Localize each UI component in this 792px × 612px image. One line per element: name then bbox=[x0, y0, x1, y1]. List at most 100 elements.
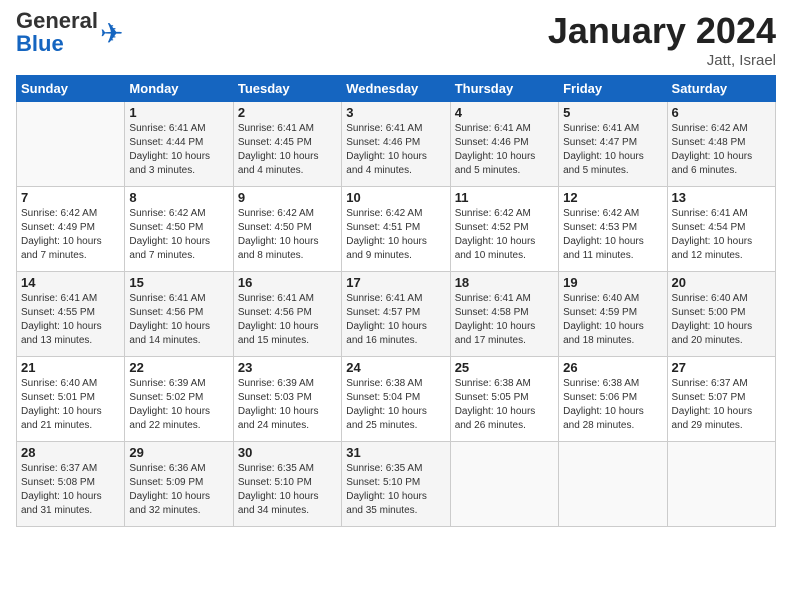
day-info: Sunrise: 6:41 AM Sunset: 4:47 PM Dayligh… bbox=[563, 122, 662, 178]
day-info: Sunrise: 6:41 AM Sunset: 4:58 PM Dayligh… bbox=[455, 292, 554, 348]
calendar-cell: 13 Sunrise: 6:41 AM Sunset: 4:54 PM Dayli… bbox=[667, 187, 775, 272]
day-info: Sunrise: 6:38 AM Sunset: 5:04 PM Dayligh… bbox=[346, 377, 445, 433]
calendar-cell: 21 Sunrise: 6:40 AM Sunset: 5:01 PM Dayli… bbox=[17, 357, 125, 442]
calendar-cell: 12 Sunrise: 6:42 AM Sunset: 4:53 PM Dayli… bbox=[559, 187, 667, 272]
calendar-cell bbox=[559, 442, 667, 527]
day-number: 21 bbox=[21, 360, 120, 375]
calendar-table: Sunday Monday Tuesday Wednesday Thursday… bbox=[16, 75, 776, 527]
logo-bird-icon: ✈ bbox=[100, 17, 123, 50]
calendar-row-3: 14 Sunrise: 6:41 AM Sunset: 4:55 PM Dayli… bbox=[17, 272, 776, 357]
calendar-cell: 5 Sunrise: 6:41 AM Sunset: 4:47 PM Daylig… bbox=[559, 102, 667, 187]
day-info: Sunrise: 6:40 AM Sunset: 4:59 PM Dayligh… bbox=[563, 292, 662, 348]
day-info: Sunrise: 6:41 AM Sunset: 4:55 PM Dayligh… bbox=[21, 292, 120, 348]
calendar-cell: 2 Sunrise: 6:41 AM Sunset: 4:45 PM Daylig… bbox=[233, 102, 341, 187]
day-info: Sunrise: 6:42 AM Sunset: 4:51 PM Dayligh… bbox=[346, 207, 445, 263]
day-info: Sunrise: 6:35 AM Sunset: 5:10 PM Dayligh… bbox=[346, 462, 445, 518]
calendar-cell: 20 Sunrise: 6:40 AM Sunset: 5:00 PM Dayli… bbox=[667, 272, 775, 357]
header-row: Sunday Monday Tuesday Wednesday Thursday… bbox=[17, 76, 776, 102]
calendar-cell: 31 Sunrise: 6:35 AM Sunset: 5:10 PM Dayli… bbox=[342, 442, 450, 527]
day-number: 14 bbox=[21, 275, 120, 290]
day-info: Sunrise: 6:37 AM Sunset: 5:08 PM Dayligh… bbox=[21, 462, 120, 518]
calendar-cell bbox=[450, 442, 558, 527]
calendar-cell: 16Sunrise: 6:41 AM Sunset: 4:56 PM Dayli… bbox=[233, 272, 341, 357]
day-number: 4 bbox=[455, 105, 554, 120]
day-info: Sunrise: 6:41 AM Sunset: 4:56 PM Dayligh… bbox=[238, 292, 337, 348]
calendar-cell: 28 Sunrise: 6:37 AM Sunset: 5:08 PM Dayli… bbox=[17, 442, 125, 527]
day-number: 5 bbox=[563, 105, 662, 120]
day-info: Sunrise: 6:40 AM Sunset: 5:00 PM Dayligh… bbox=[672, 292, 771, 348]
col-monday: Monday bbox=[125, 76, 233, 102]
logo-general-text: General bbox=[16, 8, 98, 33]
calendar-cell: 11 Sunrise: 6:42 AM Sunset: 4:52 PM Dayli… bbox=[450, 187, 558, 272]
calendar-row-5: 28 Sunrise: 6:37 AM Sunset: 5:08 PM Dayli… bbox=[17, 442, 776, 527]
day-number: 22 bbox=[129, 360, 228, 375]
day-number: 13 bbox=[672, 190, 771, 205]
day-info: Sunrise: 6:38 AM Sunset: 5:06 PM Dayligh… bbox=[563, 377, 662, 433]
logo: General Blue ✈ bbox=[16, 10, 123, 56]
calendar-cell bbox=[667, 442, 775, 527]
calendar-cell: 8 Sunrise: 6:42 AM Sunset: 4:50 PM Daylig… bbox=[125, 187, 233, 272]
day-number: 20 bbox=[672, 275, 771, 290]
day-info: Sunrise: 6:36 AM Sunset: 5:09 PM Dayligh… bbox=[129, 462, 228, 518]
calendar-cell: 10 Sunrise: 6:42 AM Sunset: 4:51 PM Dayli… bbox=[342, 187, 450, 272]
day-number: 31 bbox=[346, 445, 445, 460]
day-info: Sunrise: 6:41 AM Sunset: 4:45 PM Dayligh… bbox=[238, 122, 337, 178]
calendar-cell: 23 Sunrise: 6:39 AM Sunset: 5:03 PM Dayli… bbox=[233, 357, 341, 442]
day-info: Sunrise: 6:41 AM Sunset: 4:46 PM Dayligh… bbox=[455, 122, 554, 178]
day-number: 11 bbox=[455, 190, 554, 205]
day-info: Sunrise: 6:37 AM Sunset: 5:07 PM Dayligh… bbox=[672, 377, 771, 433]
calendar-cell: 27 Sunrise: 6:37 AM Sunset: 5:07 PM Dayli… bbox=[667, 357, 775, 442]
col-tuesday: Tuesday bbox=[233, 76, 341, 102]
col-sunday: Sunday bbox=[17, 76, 125, 102]
calendar-cell: 3Sunrise: 6:41 AM Sunset: 4:46 PM Daylig… bbox=[342, 102, 450, 187]
day-info: Sunrise: 6:41 AM Sunset: 4:54 PM Dayligh… bbox=[672, 207, 771, 263]
logo-blue-text: Blue bbox=[16, 31, 64, 56]
calendar-cell: 29Sunrise: 6:36 AM Sunset: 5:09 PM Dayli… bbox=[125, 442, 233, 527]
day-number: 1 bbox=[129, 105, 228, 120]
day-number: 9 bbox=[238, 190, 337, 205]
day-info: Sunrise: 6:39 AM Sunset: 5:02 PM Dayligh… bbox=[129, 377, 228, 433]
day-info: Sunrise: 6:41 AM Sunset: 4:44 PM Dayligh… bbox=[129, 122, 228, 178]
day-info: Sunrise: 6:41 AM Sunset: 4:56 PM Dayligh… bbox=[129, 292, 228, 348]
day-info: Sunrise: 6:39 AM Sunset: 5:03 PM Dayligh… bbox=[238, 377, 337, 433]
calendar-cell: 6 Sunrise: 6:42 AM Sunset: 4:48 PM Daylig… bbox=[667, 102, 775, 187]
day-info: Sunrise: 6:42 AM Sunset: 4:53 PM Dayligh… bbox=[563, 207, 662, 263]
day-info: Sunrise: 6:40 AM Sunset: 5:01 PM Dayligh… bbox=[21, 377, 120, 433]
day-number: 26 bbox=[563, 360, 662, 375]
month-title: January 2024 bbox=[548, 10, 776, 52]
calendar-cell: 25Sunrise: 6:38 AM Sunset: 5:05 PM Dayli… bbox=[450, 357, 558, 442]
calendar-row-1: 1 Sunrise: 6:41 AM Sunset: 4:44 PM Daylig… bbox=[17, 102, 776, 187]
day-number: 8 bbox=[129, 190, 228, 205]
day-number: 28 bbox=[21, 445, 120, 460]
day-number: 10 bbox=[346, 190, 445, 205]
calendar-cell: 14 Sunrise: 6:41 AM Sunset: 4:55 PM Dayli… bbox=[17, 272, 125, 357]
calendar-cell: 15 Sunrise: 6:41 AM Sunset: 4:56 PM Dayli… bbox=[125, 272, 233, 357]
col-saturday: Saturday bbox=[667, 76, 775, 102]
day-number: 15 bbox=[129, 275, 228, 290]
col-friday: Friday bbox=[559, 76, 667, 102]
calendar-cell: 26 Sunrise: 6:38 AM Sunset: 5:06 PM Dayli… bbox=[559, 357, 667, 442]
calendar-cell: 4 Sunrise: 6:41 AM Sunset: 4:46 PM Daylig… bbox=[450, 102, 558, 187]
day-number: 27 bbox=[672, 360, 771, 375]
location-text: Jatt, Israel bbox=[548, 52, 776, 69]
day-number: 2 bbox=[238, 105, 337, 120]
calendar-row-2: 7Sunrise: 6:42 AM Sunset: 4:49 PM Daylig… bbox=[17, 187, 776, 272]
day-info: Sunrise: 6:42 AM Sunset: 4:50 PM Dayligh… bbox=[129, 207, 228, 263]
day-number: 17 bbox=[346, 275, 445, 290]
day-info: Sunrise: 6:42 AM Sunset: 4:50 PM Dayligh… bbox=[238, 207, 337, 263]
calendar-cell: 24 Sunrise: 6:38 AM Sunset: 5:04 PM Dayli… bbox=[342, 357, 450, 442]
day-number: 25 bbox=[455, 360, 554, 375]
day-number: 6 bbox=[672, 105, 771, 120]
day-number: 12 bbox=[563, 190, 662, 205]
day-number: 18 bbox=[455, 275, 554, 290]
calendar-cell: 30Sunrise: 6:35 AM Sunset: 5:10 PM Dayli… bbox=[233, 442, 341, 527]
calendar-cell: 7Sunrise: 6:42 AM Sunset: 4:49 PM Daylig… bbox=[17, 187, 125, 272]
header: General Blue ✈ January 2024 Jatt, Israel bbox=[16, 10, 776, 69]
day-info: Sunrise: 6:42 AM Sunset: 4:52 PM Dayligh… bbox=[455, 207, 554, 263]
day-number: 24 bbox=[346, 360, 445, 375]
day-number: 7 bbox=[21, 190, 120, 205]
calendar-cell: 22 Sunrise: 6:39 AM Sunset: 5:02 PM Dayli… bbox=[125, 357, 233, 442]
calendar-cell: 18 Sunrise: 6:41 AM Sunset: 4:58 PM Dayli… bbox=[450, 272, 558, 357]
day-number: 23 bbox=[238, 360, 337, 375]
day-info: Sunrise: 6:42 AM Sunset: 4:48 PM Dayligh… bbox=[672, 122, 771, 178]
